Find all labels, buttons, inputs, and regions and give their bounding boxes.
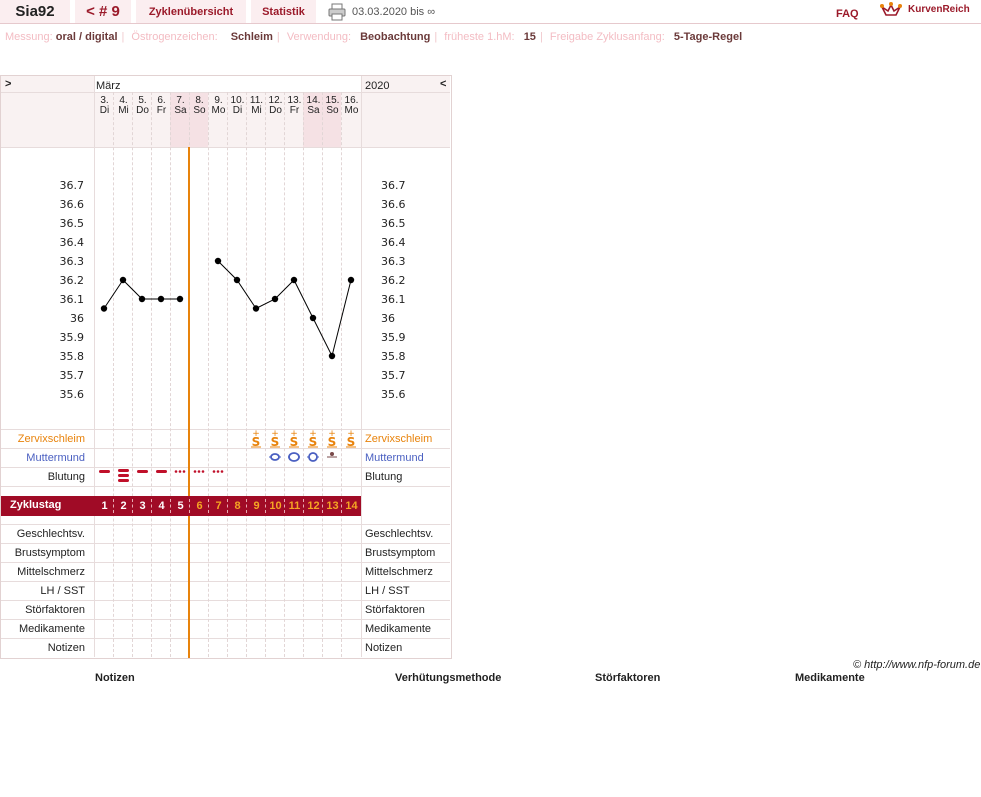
row-label-lh-sst: LH / SST [40,585,85,597]
row-label-right-stoerfaktoren: Störfaktoren [365,604,425,616]
row-label-geschlechtsv: Geschlechtsv. [16,528,85,540]
blutung-mark [118,474,129,477]
row-label-right-medikamente: Medikamente [365,623,432,635]
row-label-right-brustsymptom: Brustsymptom [365,547,436,559]
blutung-spotting [216,470,220,473]
blutung-spotting [178,470,182,473]
row-label-mittelschmerz: Mittelschmerz [17,566,85,578]
blutung-mark [118,479,129,482]
blutung-mark [99,470,110,473]
footer-stoerfaktoren: Störfaktoren [595,672,661,684]
row-label-right-notizen: Notizen [365,642,403,654]
row-label-notizen: Notizen [47,642,85,654]
blutung-spotting [220,470,224,473]
faq-link[interactable]: FAQ [836,8,859,20]
blutung-spotting [174,470,178,473]
muttermund-symbol [308,452,318,462]
copyright: © http://www.nfp-forum.de [853,659,981,671]
blutung-spotting [182,470,186,473]
row-label-medikamente: Medikamente [18,623,85,635]
row-label-right-mittelschmerz: Mittelschmerz [365,566,433,578]
blutung-spotting [197,470,201,473]
blutung-mark [156,470,167,473]
crown-logo-icon [880,2,902,16]
blutung-spotting [212,470,216,473]
row-label-brustsymptom: Brustsymptom [14,547,85,559]
blutung-mark [137,470,148,473]
observation-symbols: +S+S+S+S+S+S [99,429,356,482]
footer-notizen: Notizen [95,672,135,684]
row-label-stoerfaktoren: Störfaktoren [25,604,85,616]
footer-medikamente: Medikamente [795,672,865,684]
blutung-spotting [201,470,205,473]
muttermund-symbol [288,452,300,462]
row-label-right-geschlechtsv: Geschlechtsv. [365,528,434,540]
muttermund-symbol [270,453,280,461]
blutung-spotting [193,470,197,473]
blutung-mark [118,469,129,472]
row-label-right-lh-sst: LH / SST [365,585,410,597]
info-hm: 15 [523,31,536,43]
muttermund-dot [330,452,334,456]
info-freigabe: 5-Tage-Regel [673,31,743,43]
footer-verhuetung: Verhütungsmethode [395,672,502,684]
brand-name[interactable]: KurvenReich [908,4,970,15]
